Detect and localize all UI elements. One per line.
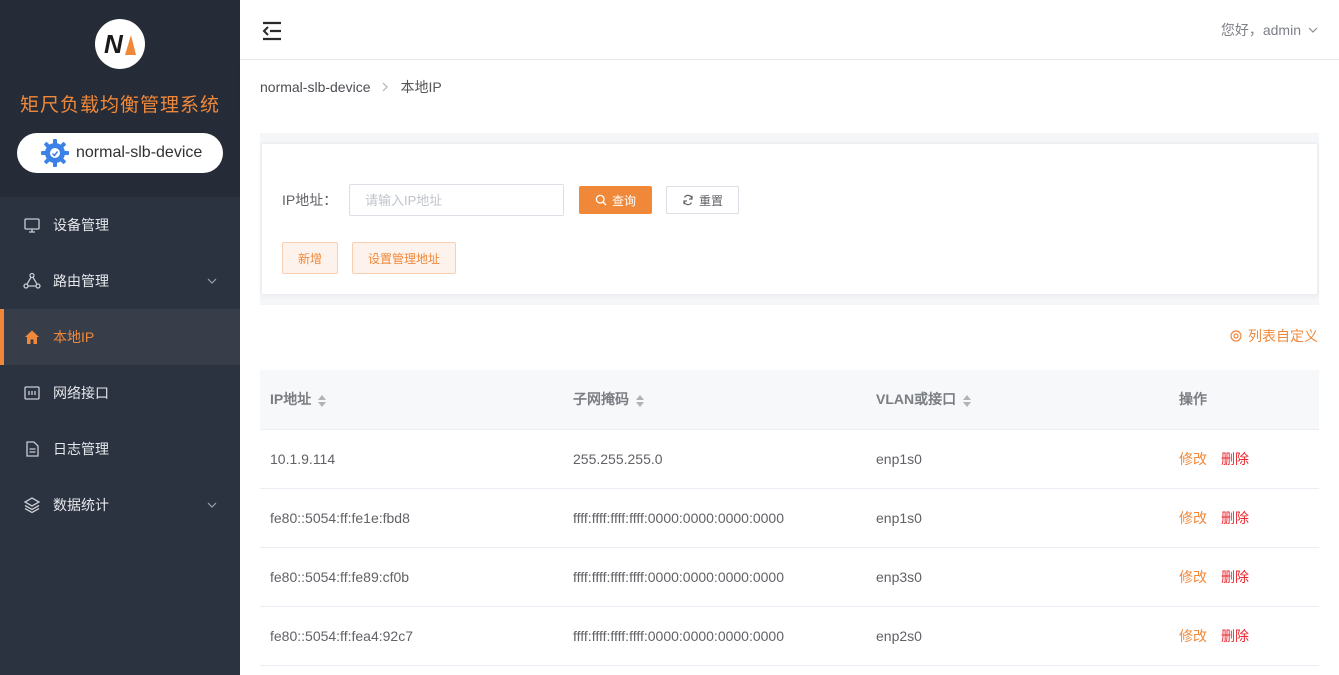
search-panel: IP地址： 查询 重置 新增 设置管理地址 — [260, 133, 1319, 305]
table-row: fe80::5054:ff:fe1e:fbd8 ffff:ffff:ffff:f… — [260, 488, 1319, 548]
cell-interface: enp3s0 — [866, 547, 1169, 607]
user-menu[interactable]: 您好，admin — [1221, 20, 1319, 40]
column-header-mask[interactable]: 子网掩码 — [563, 370, 866, 430]
cell-ip: fe80::5054:ff:fe1e:fbd8 — [260, 488, 563, 548]
document-icon — [23, 440, 41, 458]
monitor-icon — [23, 216, 41, 234]
gear-icon — [41, 139, 69, 167]
sort-icon — [636, 394, 644, 407]
route-icon — [23, 272, 41, 290]
cell-mask: ffff:ffff:ffff:ffff:0000:0000:0000:0000 — [563, 606, 866, 666]
edit-link[interactable]: 修改 — [1179, 628, 1207, 644]
customize-columns-button[interactable]: 列表自定义 — [1229, 326, 1318, 346]
network-interface-icon — [23, 384, 41, 402]
query-button[interactable]: 查询 — [579, 186, 652, 214]
local-ip-table: IP地址 子网掩码 VLAN或接口 操作 10.1.9.114 255.255.… — [260, 370, 1319, 666]
user-greeting: 您好，admin — [1220, 22, 1301, 38]
cell-actions: 修改 删除 — [1169, 488, 1319, 548]
sidebar-item-label: 网络接口 — [53, 385, 109, 401]
chevron-right-icon — [380, 82, 390, 92]
home-icon — [23, 328, 41, 346]
svg-text:N: N — [104, 29, 124, 59]
sidebar-item-data-statistics[interactable]: 数据统计 — [0, 477, 240, 533]
layers-icon — [23, 496, 41, 514]
delete-link[interactable]: 删除 — [1221, 569, 1249, 585]
cell-actions: 修改 删除 — [1169, 606, 1319, 666]
ip-address-input[interactable] — [349, 184, 564, 216]
table-row: fe80::5054:ff:fea4:92c7 ffff:ffff:ffff:f… — [260, 606, 1319, 666]
logo: N — [95, 19, 145, 69]
table-row: fe80::5054:ff:fe89:cf0b ffff:ffff:ffff:f… — [260, 547, 1319, 607]
delete-link[interactable]: 删除 — [1221, 628, 1249, 644]
device-name: normal-slb-device — [76, 144, 203, 161]
chevron-down-icon — [207, 502, 217, 508]
settings-icon — [1230, 330, 1242, 342]
column-header-ip[interactable]: IP地址 — [260, 370, 563, 430]
cell-interface: enp1s0 — [866, 429, 1169, 489]
cell-actions: 修改 删除 — [1169, 429, 1319, 489]
brand-area: N 矩尺负载均衡管理系统 normal-slb-device — [0, 0, 240, 197]
system-title: 矩尺负载均衡管理系统 — [19, 95, 220, 116]
sidebar-item-label: 数据统计 — [53, 497, 109, 513]
sidebar-item-label: 日志管理 — [53, 441, 109, 457]
add-button[interactable]: 新增 — [282, 242, 338, 274]
edit-link[interactable]: 修改 — [1179, 569, 1207, 585]
cell-mask: 255.255.255.0 — [563, 429, 866, 489]
delete-link[interactable]: 删除 — [1221, 510, 1249, 526]
cell-mask: ffff:ffff:ffff:ffff:0000:0000:0000:0000 — [563, 547, 866, 607]
sidebar-item-network-interface[interactable]: 网络接口 — [0, 365, 240, 421]
sidebar-item-device-management[interactable]: 设备管理 — [0, 197, 240, 253]
breadcrumb: normal-slb-device 本地IP — [240, 61, 1339, 113]
breadcrumb-device[interactable]: normal-slb-device — [260, 79, 370, 95]
cell-actions: 修改 删除 — [1169, 547, 1319, 607]
sidebar-item-log-management[interactable]: 日志管理 — [0, 421, 240, 477]
refresh-icon — [683, 194, 693, 206]
column-header-actions: 操作 — [1169, 370, 1319, 430]
sidebar-item-local-ip[interactable]: 本地IP — [0, 309, 240, 365]
cell-mask: ffff:ffff:ffff:ffff:0000:0000:0000:0000 — [563, 488, 866, 548]
sidebar-item-label: 本地IP — [53, 329, 95, 345]
device-selector[interactable]: normal-slb-device — [17, 133, 223, 173]
ip-address-label: IP地址： — [282, 192, 338, 208]
set-management-address-button[interactable]: 设置管理地址 — [352, 242, 456, 274]
top-header: 您好，admin — [240, 0, 1339, 60]
table-header-row: IP地址 子网掩码 VLAN或接口 操作 — [260, 370, 1319, 430]
cell-ip: fe80::5054:ff:fea4:92c7 — [260, 606, 563, 666]
sort-icon — [963, 394, 972, 407]
column-header-interface[interactable]: VLAN或接口 — [866, 370, 1169, 430]
edit-link[interactable]: 修改 — [1179, 510, 1207, 526]
delete-link[interactable]: 删除 — [1221, 451, 1249, 467]
reset-button-label: 重置 — [698, 193, 723, 208]
search-icon — [595, 194, 607, 206]
sidebar-item-label: 设备管理 — [53, 217, 109, 233]
query-button-label: 查询 — [611, 193, 636, 208]
search-card: IP地址： 查询 重置 新增 设置管理地址 — [261, 143, 1318, 295]
edit-link[interactable]: 修改 — [1179, 451, 1207, 467]
main-content: IP地址： 查询 重置 新增 设置管理地址 列表自定义 IP地址 子网掩码 VL… — [240, 113, 1339, 675]
table-row: 10.1.9.114 255.255.255.0 enp1s0 修改 删除 — [260, 429, 1319, 489]
sort-icon — [318, 394, 327, 407]
customize-columns-label: 列表自定义 — [1248, 328, 1318, 344]
cell-interface: enp2s0 — [866, 606, 1169, 666]
sidebar-item-route-management[interactable]: 路由管理 — [0, 253, 240, 309]
sidebar-menu: 设备管理 路由管理 本地IP 网络接口 日志管理 数据统计 — [0, 197, 240, 533]
reset-button[interactable]: 重置 — [666, 186, 739, 214]
menu-fold-icon[interactable] — [261, 20, 283, 42]
chevron-down-icon — [1308, 27, 1318, 33]
sidebar: N 矩尺负载均衡管理系统 normal-slb-device 设备管理 路由管理… — [0, 0, 240, 675]
breadcrumb-current: 本地IP — [400, 79, 442, 95]
sidebar-item-label: 路由管理 — [53, 273, 109, 289]
chevron-down-icon — [207, 278, 217, 284]
cell-ip: 10.1.9.114 — [260, 429, 563, 489]
cell-interface: enp1s0 — [866, 488, 1169, 548]
cell-ip: fe80::5054:ff:fe89:cf0b — [260, 547, 563, 607]
